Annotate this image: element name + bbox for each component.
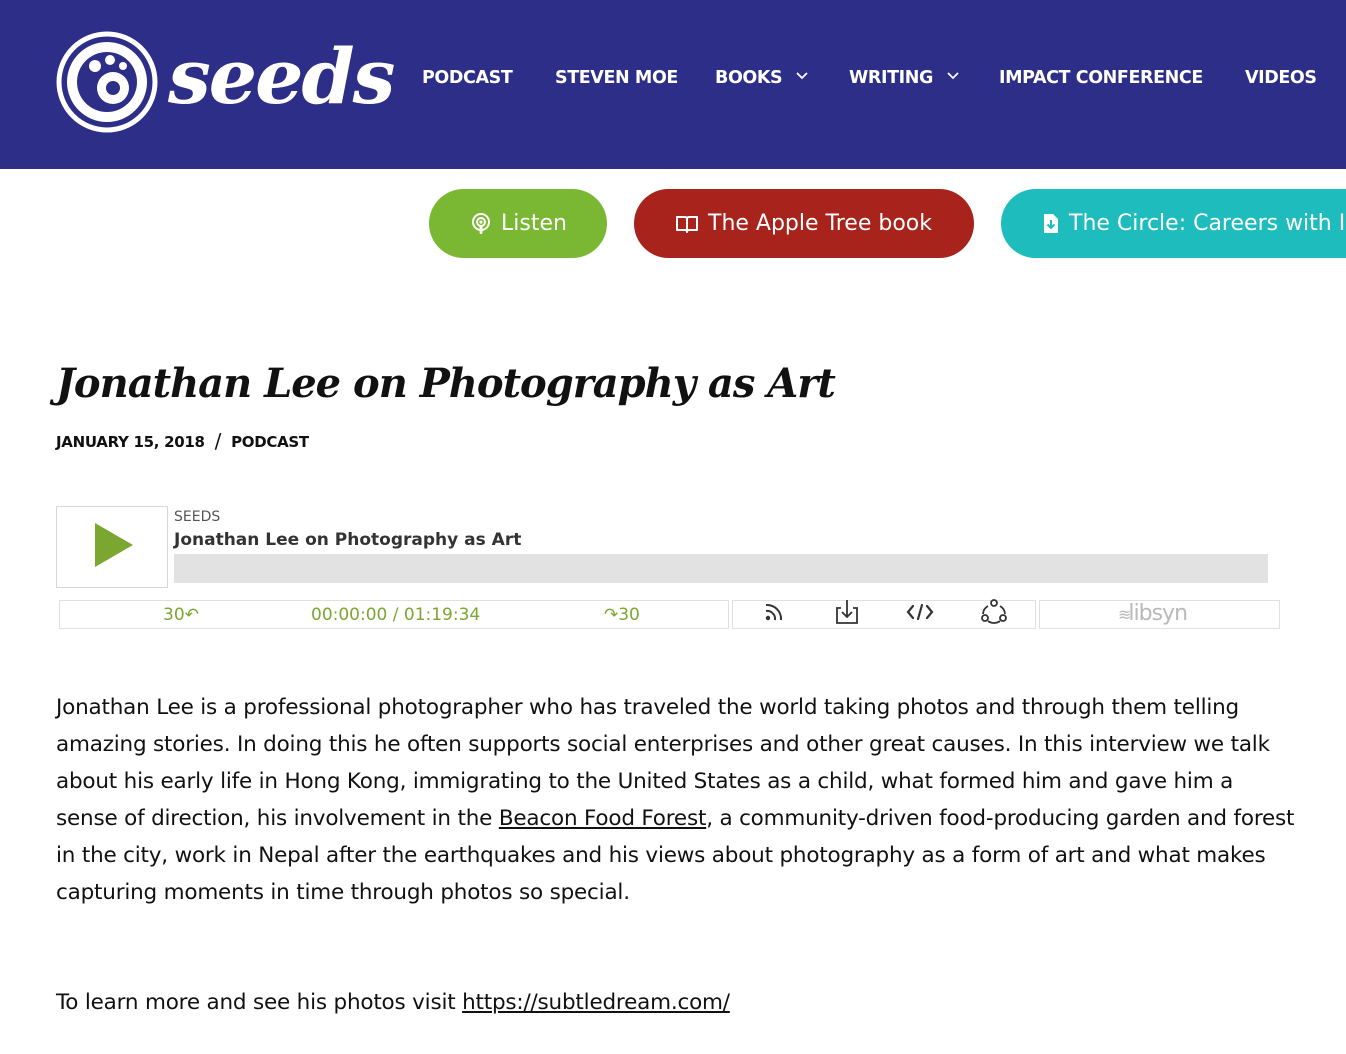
article-meta: JANUARY 15, 2018 / PODCAST <box>56 430 309 452</box>
player-time: 00:00:00 / 01:19:34 <box>311 605 481 625</box>
libsyn-logo[interactable]: ≋libsyn <box>1118 601 1188 628</box>
site-logo[interactable]: seeds <box>55 30 395 136</box>
embed-code-icon[interactable] <box>905 597 935 627</box>
article-paragraph-visit: To learn more and see his photos visit h… <box>56 984 730 1021</box>
podcast-icon <box>472 212 490 234</box>
nav-videos[interactable]: VIDEOS <box>1245 66 1317 90</box>
book-open-icon <box>676 215 698 233</box>
article-date[interactable]: JANUARY 15, 2018 <box>56 433 205 451</box>
article-category[interactable]: PODCAST <box>231 433 309 451</box>
player-episode-title: Jonathan Lee on Photography as Art <box>174 530 522 550</box>
beacon-food-forest-link[interactable]: Beacon Food Forest <box>499 806 707 831</box>
player-show-name: SEEDS <box>174 509 221 525</box>
nav-steven-moe[interactable]: STEVEN MOE <box>555 66 678 90</box>
rss-icon[interactable] <box>759 597 789 627</box>
nav-impact-conference[interactable]: IMPACT CONFERENCE <box>999 66 1203 90</box>
chevron-down-icon <box>796 72 808 80</box>
listen-button[interactable]: Listen <box>429 189 607 258</box>
player-progress-bar[interactable] <box>174 554 1268 583</box>
nav-books-label: BOOKS <box>715 68 783 88</box>
rewind-30-button[interactable]: 30↶ <box>163 604 199 626</box>
chevron-down-icon <box>947 72 959 80</box>
nav-writing[interactable]: WRITING <box>849 66 959 90</box>
visit-text: To learn more and see his photos visit <box>56 990 463 1015</box>
play-icon <box>95 523 133 567</box>
nav-books[interactable]: BOOKS <box>715 66 808 90</box>
meta-separator: / <box>214 429 222 453</box>
logo-wordmark: seeds <box>168 32 395 121</box>
site-header: seeds PODCAST STEVEN MOE BOOKS WRITING I… <box>0 0 1346 169</box>
share-icon[interactable] <box>979 597 1009 627</box>
apple-tree-book-button-label: The Apple Tree book <box>708 211 932 236</box>
article-title: Jonathan Lee on Photography as Art <box>56 360 836 407</box>
the-circle-button[interactable]: The Circle: Careers with Impact <box>1001 189 1346 258</box>
play-button[interactable] <box>56 506 168 588</box>
subtledream-link[interactable]: https://subtledream.com/ <box>462 990 730 1015</box>
forward-30-button[interactable]: ↷30 <box>604 604 640 626</box>
apple-tree-book-button[interactable]: The Apple Tree book <box>634 189 974 258</box>
nav-writing-label: WRITING <box>849 68 933 88</box>
libsyn-wordmark: libsyn <box>1128 601 1188 626</box>
article-paragraph: Jonathan Lee is a professional photograp… <box>56 689 1296 911</box>
libsyn-mark-icon: ≋ <box>1118 605 1132 624</box>
the-circle-button-label: The Circle: Careers with Impact <box>1069 211 1346 236</box>
nav-podcast[interactable]: PODCAST <box>422 66 513 90</box>
seeds-logo-icon <box>56 31 158 133</box>
download-icon[interactable] <box>832 597 862 627</box>
listen-button-label: Listen <box>501 211 567 236</box>
file-download-icon <box>1044 214 1058 233</box>
